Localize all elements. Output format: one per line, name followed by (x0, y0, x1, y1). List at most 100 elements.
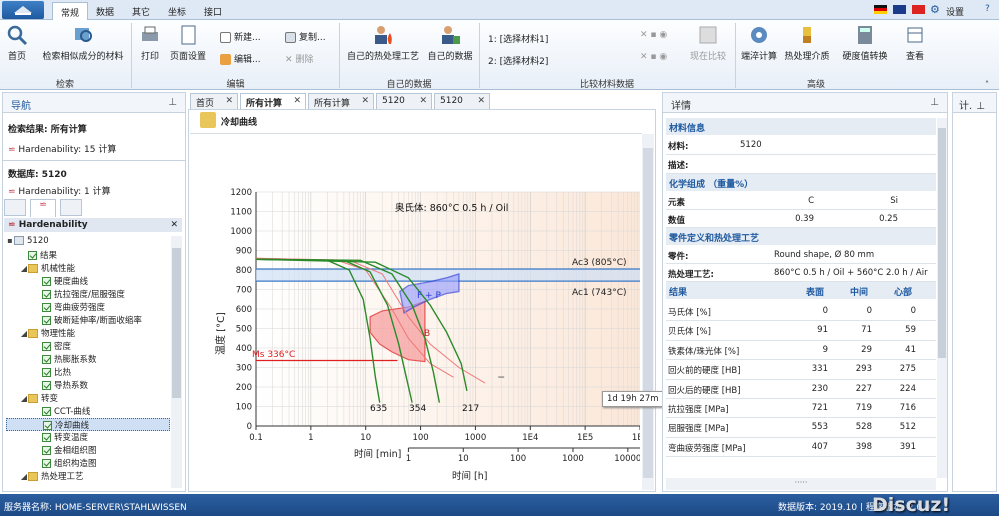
pin-icon[interactable]: ⊥ (168, 97, 177, 108)
help-icon[interactable]: ? (985, 4, 990, 14)
app-menu-button[interactable] (2, 1, 44, 19)
tree-scroll-thumb[interactable] (172, 248, 181, 398)
checkbox-icon[interactable] (42, 433, 51, 442)
tree-scrollbar[interactable] (171, 236, 182, 488)
copy-button[interactable]: 复制... (285, 30, 326, 43)
details-scrollbar[interactable] (937, 118, 947, 478)
tab-other[interactable]: 其它 (124, 2, 158, 20)
details-splitter[interactable]: ····· (666, 478, 936, 490)
tab-coordinates[interactable]: 坐标 (160, 2, 194, 20)
pin-icon[interactable]: ⊥ (976, 101, 985, 112)
new-button[interactable]: 新建... (220, 30, 261, 43)
hardness-convert-button[interactable]: 硬度值转换 (840, 24, 890, 62)
tree-item[interactable]: 硬度曲线 (6, 275, 170, 288)
print-button[interactable]: 打印 (136, 24, 164, 62)
tab-data[interactable]: 数据 (88, 2, 122, 20)
flag-de-icon[interactable] (874, 5, 887, 14)
detail-row: 数值0.390.250.80 (666, 210, 982, 228)
tree-item[interactable]: ◢ 机械性能 (6, 262, 170, 275)
tree-item[interactable]: ◢ 转变 (6, 392, 170, 405)
tree-item[interactable]: 比热 (6, 366, 170, 379)
nav-view-tab-1[interactable] (4, 199, 26, 216)
home-button[interactable]: 首页 (4, 24, 30, 62)
compare-slot-1[interactable]: 1: [选择材料1] (488, 32, 548, 45)
cooling-curve-chart[interactable]: 0100200300400500600700800900100011001200… (190, 135, 640, 490)
hardenability-db-link[interactable]: ⋍ Hardenability: 1 计算 (8, 184, 111, 197)
doc-tab[interactable]: 首页 ✕ (190, 93, 238, 109)
details-scroll-thumb[interactable] (938, 128, 946, 358)
pin-icon[interactable]: ⊥ (930, 97, 939, 108)
checkbox-icon[interactable] (42, 446, 51, 455)
tree-item[interactable]: 密度 (6, 340, 170, 353)
detail-row: 铁素体/珠光体 [%] 9 29 41 (666, 341, 936, 361)
tree-close-icon[interactable]: ✕ (170, 220, 178, 230)
search-similar-button[interactable]: 检索相似成分的材料 (40, 24, 126, 62)
checkbox-icon[interactable] (42, 381, 51, 390)
tree-item[interactable]: 转变温度 (6, 431, 170, 444)
checkbox-icon[interactable] (42, 290, 51, 299)
side-panel-title[interactable]: 计. ⊥ (953, 93, 996, 113)
doc-tab[interactable]: 5120 ✕ (434, 93, 490, 109)
content-scrollbar[interactable] (642, 134, 654, 490)
nav-view-tab-2[interactable]: ⋍ (30, 199, 56, 217)
close-icon[interactable]: ✕ (293, 96, 301, 106)
tree-toggle-icon[interactable]: ▪ (6, 236, 14, 245)
close-icon[interactable]: ✕ (419, 96, 427, 106)
tree-toggle-icon[interactable]: ◢ (20, 264, 28, 273)
quench-calc-button[interactable]: 端淬计算 (740, 24, 778, 62)
tree-item[interactable]: 破断延伸率/断面收缩率 (6, 314, 170, 327)
doc-tab[interactable]: 所有计算 ✕ (240, 93, 306, 109)
tree-toggle-icon[interactable]: ◢ (20, 472, 28, 481)
checkbox-icon[interactable] (42, 459, 51, 468)
close-icon[interactable]: ✕ (225, 96, 233, 106)
tree-item[interactable]: 导热系数 (6, 379, 170, 392)
compare-slot-1-controls[interactable]: ✕ ▪ ◉ (640, 30, 667, 40)
checkbox-icon[interactable] (42, 355, 51, 364)
tree-item[interactable]: CCT-曲线 (6, 405, 170, 418)
settings-label[interactable]: 设置 (946, 5, 964, 18)
tree-item[interactable]: ▪ 5120 (6, 236, 170, 249)
tab-general[interactable]: 常规 (52, 2, 89, 20)
checkbox-icon[interactable] (42, 303, 51, 312)
tree-item[interactable]: 冷却曲线 (6, 418, 170, 431)
page-setup-button[interactable]: 页面设置 (166, 24, 210, 62)
tree-item[interactable]: 热膨胀系数 (6, 353, 170, 366)
medium-button[interactable]: 热处理介质 (782, 24, 832, 62)
hardenability-link[interactable]: ⋍ Hardenability: 15 计算 (8, 142, 116, 155)
tree-item[interactable]: ◢ 物理性能 (6, 327, 170, 340)
view-button[interactable]: 查看 (900, 24, 930, 62)
flag-uk-icon[interactable] (893, 5, 906, 14)
doc-tab[interactable]: 所有计算 ✕ (308, 93, 374, 109)
own-data-button[interactable]: 自己的数据 (426, 24, 474, 62)
checkbox-icon[interactable] (43, 421, 52, 430)
tree-item[interactable]: 弯曲疲劳强度 (6, 301, 170, 314)
checkbox-icon[interactable] (28, 251, 37, 260)
nav-view-tab-3[interactable] (60, 199, 82, 216)
tree-toggle-icon[interactable]: ◢ (20, 394, 28, 403)
flag-cn-icon[interactable] (912, 5, 925, 14)
tree-item[interactable]: 结果 (6, 249, 170, 262)
checkbox-icon[interactable] (42, 342, 51, 351)
checkbox-icon[interactable] (42, 368, 51, 377)
close-icon[interactable]: ✕ (477, 96, 485, 106)
delete-button[interactable]: ✕ 删除 (285, 52, 314, 65)
compare-now-button[interactable]: 现在比较 (688, 24, 728, 62)
gear-icon[interactable]: ⚙ (930, 3, 940, 16)
tree-item[interactable]: 金相组织图 (6, 444, 170, 457)
compare-slot-2[interactable]: 2: [选择材料2] (488, 54, 548, 67)
collapse-ribbon-icon[interactable]: ˄ (985, 80, 989, 89)
tab-interface[interactable]: 接口 (196, 2, 230, 20)
doc-tab[interactable]: 5120 ✕ (376, 93, 432, 109)
own-process-button[interactable]: 自己的热处理工艺 (344, 24, 422, 62)
checkbox-icon[interactable] (42, 316, 51, 325)
tree-item[interactable]: 组织构造图 (6, 457, 170, 470)
edit-button[interactable]: 编辑... (220, 52, 261, 65)
tree-item[interactable]: ◢ 热处理工艺 (6, 470, 170, 483)
compare-slot-2-controls[interactable]: ✕ ▪ ◉ (640, 52, 667, 62)
close-icon[interactable]: ✕ (361, 96, 369, 106)
tree-toggle-icon[interactable]: ◢ (20, 329, 28, 338)
checkbox-icon[interactable] (42, 277, 51, 286)
tree-item[interactable]: 抗拉强度/屈服强度 (6, 288, 170, 301)
content-scroll-thumb[interactable] (643, 148, 653, 478)
checkbox-icon[interactable] (42, 407, 51, 416)
